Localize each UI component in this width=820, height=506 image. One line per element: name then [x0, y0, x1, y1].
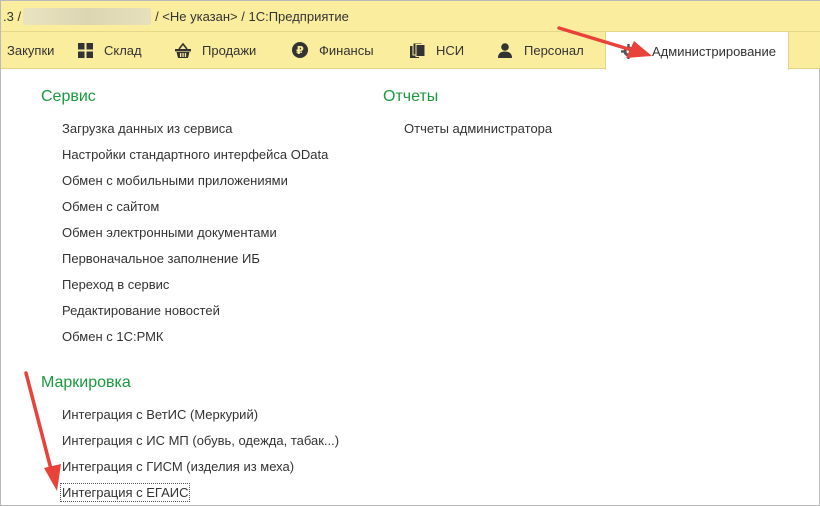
tab-label: Финансы [319, 42, 374, 58]
link-site-exchange[interactable]: Обмен с сайтом [62, 199, 159, 214]
tab-label: Склад [104, 42, 142, 58]
tab-sklad[interactable]: Склад [77, 32, 175, 68]
tab-label: Продажи [202, 42, 257, 58]
tab-label: Администрирование [652, 43, 776, 59]
gear-icon [620, 43, 636, 59]
link-vetis-integration[interactable]: Интеграция с ВетИС (Меркурий) [62, 407, 258, 422]
tab-label: Закупки [7, 42, 55, 58]
grid-icon [77, 42, 93, 58]
title-path: / <Не указан> / 1С:Предприятие [155, 8, 349, 24]
window-title-bar: .3 / / <Не указан> / 1С:Предприятие [1, 1, 820, 32]
link-edoc-exchange[interactable]: Обмен электронными документами [62, 225, 277, 240]
title-prefix: .3 / [3, 8, 22, 24]
blurred-title-segment [23, 7, 152, 25]
tab-label: Персонал [524, 42, 584, 58]
tab-finansy[interactable]: ₽ Финансы [292, 32, 409, 68]
svg-text:₽: ₽ [296, 44, 304, 57]
link-load-data-from-service[interactable]: Загрузка данных из сервиса [62, 121, 233, 136]
link-admin-reports[interactable]: Отчеты администратора [404, 121, 552, 136]
tab-nsi[interactable]: НСИ [409, 32, 497, 68]
link-odata-settings[interactable]: Настройки стандартного интерфейса OData [62, 147, 328, 162]
tab-personal[interactable]: Персонал [497, 32, 605, 68]
link-edit-news[interactable]: Редактирование новостей [62, 303, 220, 318]
section-title-reports: Отчеты [383, 88, 439, 105]
basket-icon [175, 42, 191, 58]
tab-label: НСИ [436, 42, 465, 58]
section-title-service: Сервис [41, 88, 96, 105]
section-title-marking: Маркировка [41, 374, 131, 391]
link-rmk-exchange[interactable]: Обмен с 1С:РМК [62, 329, 164, 344]
link-egais-integration[interactable]: Интеграция с ЕГАИС [59, 483, 191, 502]
ruble-icon: ₽ [292, 42, 308, 58]
link-gism-integration[interactable]: Интеграция с ГИСМ (изделия из меха) [62, 459, 294, 474]
sections-panel: Закупки Склад Продажи ₽ Финансы НСИ Перс… [1, 32, 820, 70]
documents-icon [409, 42, 425, 58]
link-initial-fill[interactable]: Первоначальное заполнение ИБ [62, 251, 260, 266]
person-icon [497, 42, 513, 58]
tab-administrirovanie[interactable]: Администрирование [605, 32, 789, 70]
link-ismp-integration[interactable]: Интеграция с ИС МП (обувь, одежда, табак… [62, 433, 339, 448]
tab-zakupki[interactable]: Закупки [1, 32, 77, 68]
link-mobile-apps-exchange[interactable]: Обмен с мобильными приложениями [62, 173, 288, 188]
tab-prodazhi[interactable]: Продажи [175, 32, 292, 68]
link-go-to-service[interactable]: Переход в сервис [62, 277, 169, 292]
